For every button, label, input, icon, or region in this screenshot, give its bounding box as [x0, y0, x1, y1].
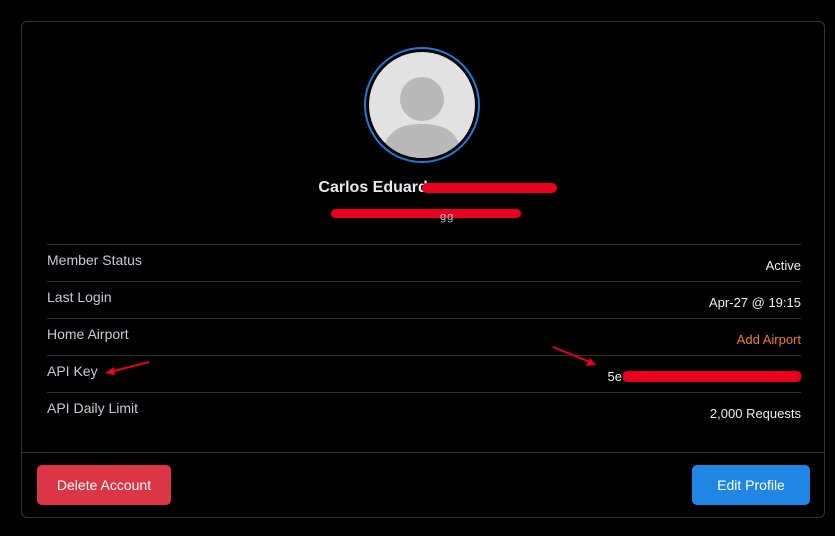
detail-label: Last Login — [47, 289, 112, 305]
detail-row-api-daily-limit: API Daily Limit 2,000 Requests — [47, 392, 801, 429]
avatar — [364, 47, 480, 163]
redaction-bar-subtitle — [331, 209, 521, 218]
api-key-prefix: 5e — [607, 368, 622, 384]
user-name-text: Carlos Eduardo — [318, 179, 438, 196]
detail-row-home-airport: Home Airport Add Airport — [47, 318, 801, 355]
detail-label: Member Status — [47, 252, 142, 268]
detail-row-api-key: API Key 5e — [47, 355, 801, 392]
redaction-bar-name — [422, 183, 557, 193]
profile-card: Carlos Eduardo gg Member Status Active L… — [21, 21, 825, 518]
avatar-image — [369, 52, 475, 158]
detail-label: API Daily Limit — [47, 400, 139, 416]
detail-label: Home Airport — [47, 326, 129, 342]
detail-value: 2,000 Requests — [709, 405, 801, 421]
detail-value: Apr-27 @ 19:15 — [709, 294, 801, 310]
detail-value: Active — [765, 257, 801, 273]
delete-account-button[interactable]: Delete Account — [37, 465, 171, 505]
subtitle-tail: gg — [440, 211, 455, 223]
user-silhouette-icon — [383, 77, 461, 158]
redaction-bar-api-key — [623, 370, 801, 382]
footer-divider — [22, 452, 824, 453]
details-list: Member Status Active Last Login Apr-27 @… — [47, 244, 801, 429]
edit-profile-button[interactable]: Edit Profile — [692, 465, 810, 505]
detail-row-last-login: Last Login Apr-27 @ 19:15 — [47, 281, 801, 318]
detail-label: API Key — [47, 363, 98, 379]
detail-row-member-status: Member Status Active — [47, 244, 801, 281]
add-airport-link[interactable]: Add Airport — [737, 332, 801, 347]
api-key-value: 5e — [608, 369, 801, 384]
